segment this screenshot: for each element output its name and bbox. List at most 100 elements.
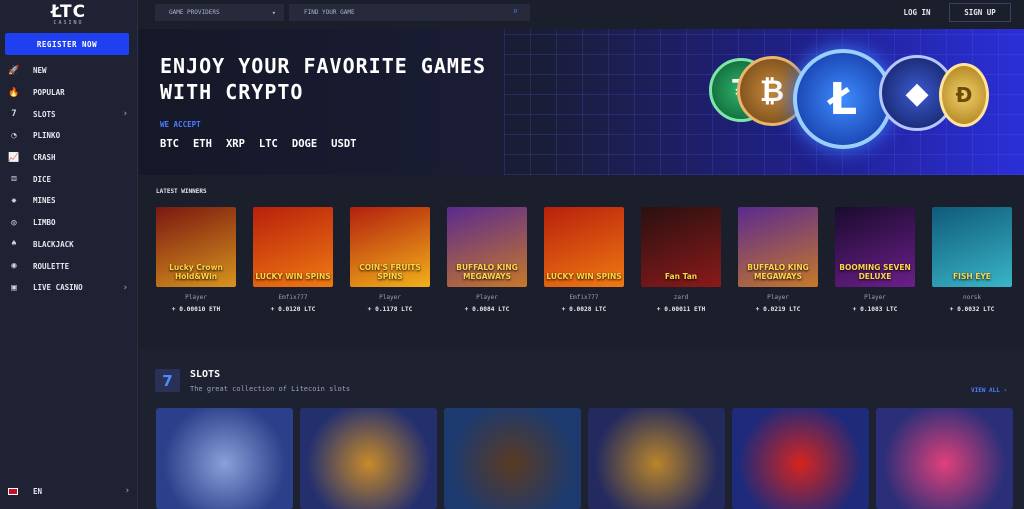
live-casino-icon: ▣ xyxy=(11,282,17,293)
winner-card[interactable]: LUCKY WIN SPINS Emfix777 + 0.0028 LTC xyxy=(544,207,624,313)
sidebar-item-popular[interactable]: 🔥 POPULAR xyxy=(0,82,138,104)
crypto-usdt: USDT xyxy=(331,138,357,150)
chevron-right-icon: › xyxy=(124,486,130,496)
view-all-link[interactable]: VIEW ALL › xyxy=(971,387,1007,394)
search-icon[interactable]: ⌕ xyxy=(513,7,518,17)
register-button[interactable]: REGISTER NOW xyxy=(5,33,129,55)
sidebar-item-plinko[interactable]: ◔ PLINKO xyxy=(0,125,138,147)
pegasus-game[interactable] xyxy=(300,408,437,509)
game-title: Fan Tan xyxy=(664,272,698,281)
winner-amount: + 0.0120 LTC xyxy=(270,306,316,313)
winner-amount: + 0.00010 ETH xyxy=(171,306,221,313)
banner-title-line2: WITH CRYPTO xyxy=(160,80,304,104)
search-input[interactable]: FIND YOUR GAME ⌕ xyxy=(289,4,530,21)
book-game[interactable] xyxy=(588,408,725,509)
sidebar-nav: 🚀 NEW 🔥 POPULAR 7 SLOTS › ◔ PLINKO 📈 CRASH ⚄ DICE ✸ MI… xyxy=(0,60,138,299)
slots-icon: 7 xyxy=(11,109,17,120)
sidebar-item-blackjack[interactable]: ♠ BLACKJACK xyxy=(0,234,138,256)
slots-section-icon: 7 xyxy=(155,369,180,392)
slots-title: SLOTS xyxy=(190,369,221,380)
sidebar-item-label: CRASH xyxy=(33,153,56,163)
sidebar-item-mines[interactable]: ✸ MINES xyxy=(0,190,138,212)
language-selector[interactable]: EN › xyxy=(8,484,132,498)
hero-banner: ENJOY YOUR FAVORITE GAMES WITH CRYPTO WE… xyxy=(139,29,1024,175)
sidebar-item-label: DICE xyxy=(33,174,52,184)
winner-name: Player xyxy=(476,294,498,301)
banner-title: ENJOY YOUR FAVORITE GAMES WITH CRYPTO xyxy=(160,53,486,105)
crypto-ltc: LTC xyxy=(258,138,278,150)
game-thumbnail[interactable]: LUCKY WIN SPINS xyxy=(544,207,624,287)
winner-card[interactable]: Lucky Crown Hold&Win Player + 0.00010 ETH xyxy=(156,207,236,313)
providers-label: GAME PROVIDERS xyxy=(169,9,220,16)
game-title: COIN'S FRUITS SPINS xyxy=(359,263,421,281)
zeus-game[interactable] xyxy=(156,408,293,509)
sidebar-item-label: ROULETTE xyxy=(33,261,70,271)
game-title: BUFFALO KING MEGAWAYS xyxy=(747,263,809,281)
chevron-right-icon: › xyxy=(122,109,128,120)
fruit-seven-game[interactable] xyxy=(732,408,869,509)
sidebar-item-label: LIVE CASINO xyxy=(33,283,83,293)
winner-name: Emfix777 xyxy=(278,294,308,301)
language-label: EN xyxy=(33,486,43,496)
crash-icon: 📈 xyxy=(8,152,20,163)
winner-name: Player xyxy=(864,294,886,301)
winner-name: zard xyxy=(673,294,689,301)
dog-game[interactable] xyxy=(444,408,581,509)
latest-winners-label: LATEST WINNERS xyxy=(156,188,207,195)
winner-amount: + 0.0028 LTC xyxy=(561,306,607,313)
we-accept-label: WE ACCEPT xyxy=(160,120,201,129)
crypto-list: BTC ETH XRP LTC DOGE USDT xyxy=(160,138,356,150)
sidebar-item-limbo[interactable]: ◎ LIMBO xyxy=(0,212,138,234)
sidebar-item-crash[interactable]: 📈 CRASH xyxy=(0,147,138,169)
sidebar-item-label: MINES xyxy=(33,196,56,206)
sidebar-item-live-casino[interactable]: ▣ LIVE CASINO › xyxy=(0,277,138,299)
sidebar: ŁTC CASINO REGISTER NOW 🚀 NEW 🔥 POPULAR 7 SLO… xyxy=(0,0,138,509)
plinko-icon: ◔ xyxy=(11,130,17,141)
game-thumbnail[interactable]: BUFFALO KING MEGAWAYS xyxy=(738,207,818,287)
game-title: FISH EYE xyxy=(953,272,991,281)
winner-card[interactable]: LUCKY WIN SPINS Emfix777 + 0.0120 LTC xyxy=(253,207,333,313)
site-logo[interactable]: ŁTC CASINO xyxy=(0,0,137,28)
roulette-icon: ◉ xyxy=(11,261,17,272)
game-thumbnail[interactable]: Lucky Crown Hold&Win xyxy=(156,207,236,287)
winner-name: Emfix777 xyxy=(569,294,599,301)
crypto-xrp: XRP xyxy=(225,138,245,150)
sidebar-item-dice[interactable]: ⚄ DICE xyxy=(0,168,138,190)
litecoin-coin-icon: Ł xyxy=(793,49,893,149)
sidebar-item-slots[interactable]: 7 SLOTS › xyxy=(0,103,138,125)
game-providers-dropdown[interactable]: GAME PROVIDERS ▾ xyxy=(155,4,284,21)
game-thumbnail[interactable]: LUCKY WIN SPINS xyxy=(253,207,333,287)
game-title: Lucky Crown Hold&Win xyxy=(169,263,223,281)
limbo-icon: ◎ xyxy=(11,217,17,228)
winner-amount: + 0.0032 LTC xyxy=(949,306,995,313)
winner-card[interactable]: FISH EYE norsk + 0.0032 LTC xyxy=(932,207,1012,313)
crypto-doge: DOGE xyxy=(291,138,318,150)
game-thumbnail[interactable]: Fan Tan xyxy=(641,207,721,287)
dogecoin-coin-icon: Ð xyxy=(939,63,989,127)
candy-bomb-game[interactable] xyxy=(876,408,1013,509)
login-button[interactable]: LOG IN xyxy=(897,4,937,21)
winner-card[interactable]: BUFFALO KING MEGAWAYS Player + 0.0219 LTC xyxy=(738,207,818,313)
game-title: LUCKY WIN SPINS xyxy=(255,272,331,281)
game-title: BOOMING SEVEN DELUXE xyxy=(839,263,911,281)
game-thumbnail[interactable]: BOOMING SEVEN DELUXE xyxy=(835,207,915,287)
winner-card[interactable]: BOOMING SEVEN DELUXE Player + 0.1083 LTC xyxy=(835,207,915,313)
winner-card[interactable]: Fan Tan zard + 0.00011 ETH xyxy=(641,207,721,313)
winner-card[interactable]: BUFFALO KING MEGAWAYS Player + 0.0084 LTC xyxy=(447,207,527,313)
search-placeholder: FIND YOUR GAME xyxy=(304,9,355,16)
game-thumbnail[interactable]: BUFFALO KING MEGAWAYS xyxy=(447,207,527,287)
game-thumbnail[interactable]: COIN'S FRUITS SPINS xyxy=(350,207,430,287)
signup-button[interactable]: SIGN UP xyxy=(949,3,1011,22)
sidebar-item-label: POPULAR xyxy=(33,88,65,98)
winner-amount: + 0.00011 ETH xyxy=(656,306,706,313)
logo-sub: CASINO xyxy=(53,20,84,26)
winner-name: Player xyxy=(767,294,789,301)
winner-card[interactable]: COIN'S FRUITS SPINS Player + 0.1178 LTC xyxy=(350,207,430,313)
sidebar-item-label: PLINKO xyxy=(33,131,61,141)
game-thumbnail[interactable]: FISH EYE xyxy=(932,207,1012,287)
sidebar-item-new[interactable]: 🚀 NEW xyxy=(0,60,138,82)
winner-amount: + 0.1083 LTC xyxy=(852,306,898,313)
sidebar-item-roulette[interactable]: ◉ ROULETTE xyxy=(0,255,138,277)
flame-icon: 🔥 xyxy=(8,87,20,98)
winner-amount: + 0.0084 LTC xyxy=(464,306,510,313)
